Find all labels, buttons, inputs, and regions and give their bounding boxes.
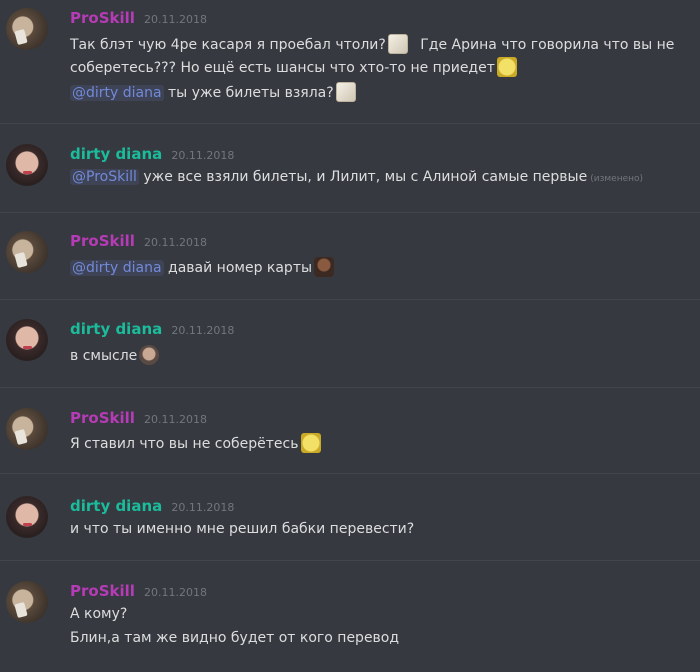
author-name[interactable]: dirty diana	[70, 320, 162, 338]
timestamp: 20.11.2018	[144, 413, 207, 426]
timestamp: 20.11.2018	[144, 586, 207, 599]
timestamp: 20.11.2018	[144, 13, 207, 26]
message-header: ProSkill 20.11.2018	[70, 408, 207, 427]
message-text-line: @dirty diana давай номер карты	[70, 257, 336, 277]
avatar[interactable]	[6, 319, 48, 361]
timestamp: 20.11.2018	[171, 324, 235, 337]
message-text-line: в смысле	[70, 345, 161, 365]
message: ProSkill 20.11.2018 Так блэт чую 4ре кас…	[0, 0, 700, 124]
message: dirty diana 20.11.2018 и что ты именно м…	[0, 474, 700, 561]
author-name[interactable]: dirty diana	[70, 497, 162, 515]
avatar[interactable]	[6, 231, 48, 273]
avatar[interactable]	[6, 408, 48, 450]
message-header: dirty diana 20.11.2018	[70, 144, 234, 163]
doge-emoji-icon	[387, 34, 408, 54]
author-name[interactable]: ProSkill	[70, 9, 135, 27]
message-header: ProSkill 20.11.2018	[70, 231, 207, 250]
author-name[interactable]: dirty diana	[70, 145, 162, 163]
spongebob-emoji-icon	[496, 57, 517, 77]
message-text-line: А кому?	[70, 606, 128, 622]
author-name[interactable]: ProSkill	[70, 409, 135, 427]
message-header: dirty diana 20.11.2018	[70, 496, 234, 515]
face-emoji-icon	[139, 345, 160, 365]
timestamp: 20.11.2018	[171, 149, 235, 162]
message-text-line: соберетесь??? Но ещё есть шансы что хто-…	[70, 57, 519, 77]
timestamp: 20.11.2018	[171, 501, 235, 514]
mention[interactable]: @dirty diana	[70, 260, 164, 276]
message: ProSkill 20.11.2018 А кому? Блин,а там ж…	[0, 561, 700, 672]
edited-indicator: (изменено)	[590, 174, 644, 184]
timestamp: 20.11.2018	[144, 236, 207, 249]
author-name[interactable]: ProSkill	[70, 232, 135, 250]
message-header: dirty diana 20.11.2018	[70, 319, 234, 338]
message-text-line: @dirty diana ты уже билеты взяла?	[70, 82, 358, 102]
avatar[interactable]	[6, 496, 48, 538]
author-name[interactable]: ProSkill	[70, 582, 135, 600]
mention[interactable]: @dirty diana	[70, 85, 164, 101]
message-text-line: Так блэт чую 4ре касаря я проебал чтоли?…	[70, 34, 674, 54]
avatar[interactable]	[6, 581, 48, 623]
avatar[interactable]	[6, 144, 48, 186]
spongebob-emoji-icon	[300, 433, 321, 453]
message-text-line: Блин,а там же видно будет от кого перево…	[70, 630, 400, 646]
message-header: ProSkill 20.11.2018	[70, 581, 207, 600]
chat-messages: ProSkill 20.11.2018 Так блэт чую 4ре кас…	[0, 0, 700, 672]
man-face-emoji-icon	[314, 257, 335, 277]
avatar[interactable]	[6, 8, 48, 50]
message-text-line: Я ставил что вы не соберётесь	[70, 433, 323, 453]
message: dirty diana 20.11.2018 @ProSkill уже все…	[0, 124, 700, 213]
message: ProSkill 20.11.2018 @dirty diana давай н…	[0, 213, 700, 300]
message: dirty diana 20.11.2018 в смысле	[0, 300, 700, 388]
message: ProSkill 20.11.2018 Я ставил что вы не с…	[0, 388, 700, 474]
mention[interactable]: @ProSkill	[70, 169, 139, 185]
message-text-line: и что ты именно мне решил бабки перевест…	[70, 521, 415, 537]
message-text-line: @ProSkill уже все взяли билеты, и Лилит,…	[70, 169, 644, 185]
doge-emoji-icon	[335, 82, 356, 102]
message-header: ProSkill 20.11.2018	[70, 8, 207, 27]
